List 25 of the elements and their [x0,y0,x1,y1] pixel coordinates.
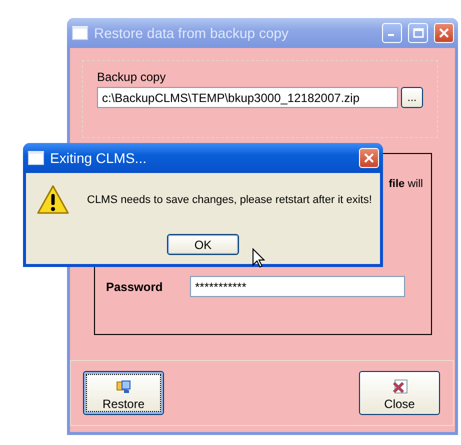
dialog-title: Exiting CLMS... [50,150,148,166]
browse-button[interactable]: ... [401,87,423,108]
maximize-icon [412,28,424,38]
password-label: Password [106,280,164,294]
window-title: Restore data from backup copy [94,25,290,41]
window-icon [72,26,88,40]
maximize-button[interactable] [408,23,428,43]
password-field[interactable]: *********** [190,276,405,297]
close-button[interactable] [359,148,379,168]
close-icon [364,153,374,163]
ok-button[interactable]: OK [167,234,239,255]
close-icon [439,28,449,38]
computer-icon [116,379,132,395]
note-text: file will [388,178,423,190]
restore-button[interactable]: Restore [83,371,164,415]
backup-label: Backup copy [97,70,167,84]
close-button[interactable] [434,23,454,43]
close-window-icon [392,379,408,395]
window-icon [28,151,44,165]
pointer-icon [252,248,265,268]
warning-icon [37,185,69,215]
close-button[interactable]: Close [359,371,440,415]
minimize-button[interactable] [382,23,402,43]
dialog-message: CLMS needs to save changes, please retstart after it exits! [87,194,372,206]
backup-path-field[interactable]: c:\BackupCLMS\TEMP\bkup3000_12182007.zip [97,87,398,108]
